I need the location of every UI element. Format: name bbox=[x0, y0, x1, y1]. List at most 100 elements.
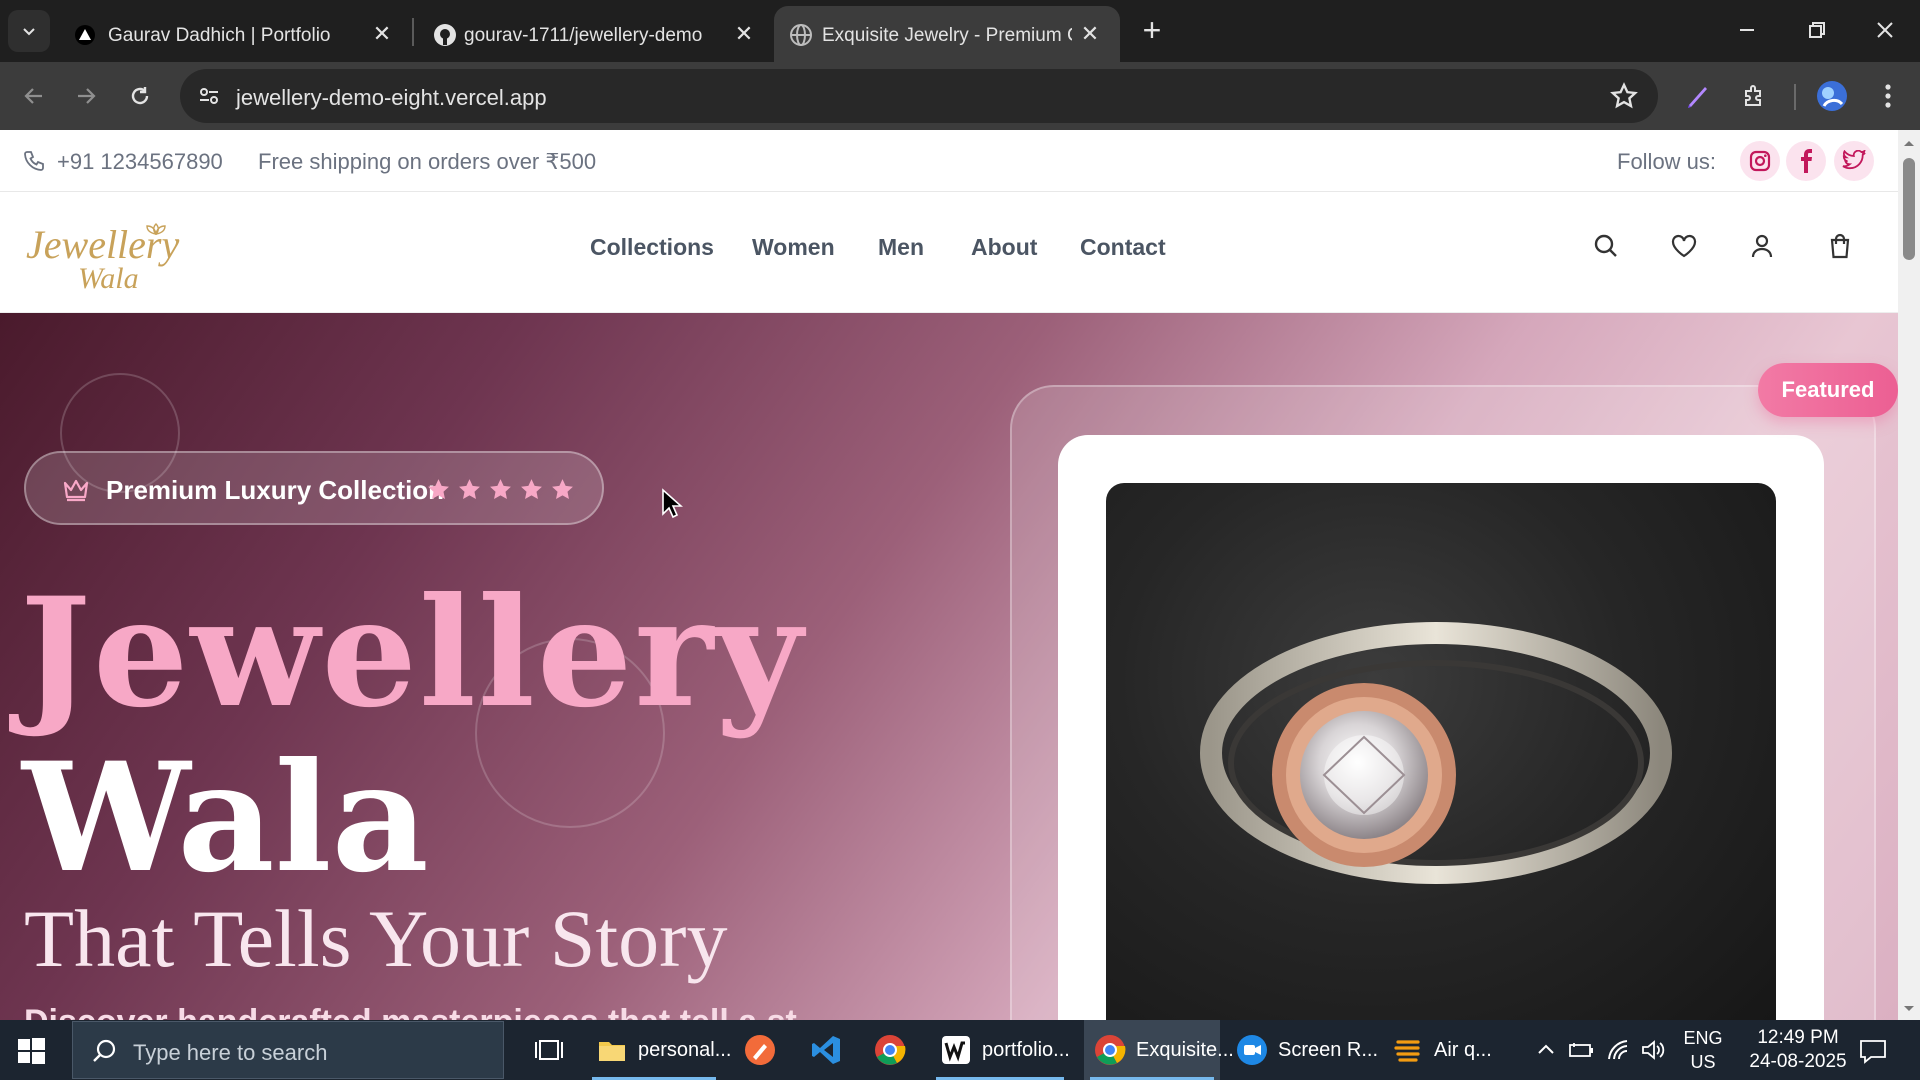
shopping-bag-icon bbox=[1830, 233, 1850, 259]
phone-number[interactable]: +91 1234567890 bbox=[57, 149, 223, 175]
input-language-indicator[interactable]: ENG US bbox=[1682, 1026, 1724, 1080]
star-icon bbox=[459, 479, 480, 499]
site-info-icon[interactable] bbox=[194, 81, 224, 111]
windows-taskbar: Type here to search personal... portfoli… bbox=[0, 1020, 1920, 1080]
reload-button[interactable] bbox=[120, 76, 160, 116]
restore-button[interactable] bbox=[1794, 10, 1840, 50]
close-tab-icon[interactable]: ✕ bbox=[730, 20, 758, 48]
close-icon bbox=[1877, 22, 1893, 38]
pen-extension-icon bbox=[1688, 87, 1707, 108]
close-tab-icon[interactable]: ✕ bbox=[368, 20, 396, 48]
tab-portfolio[interactable]: Gaurav Dadhich | Portfolio ✕ bbox=[58, 6, 408, 62]
taskbar-app-vscode[interactable] bbox=[802, 1020, 852, 1080]
taskbar-app-weather[interactable]: Air q... bbox=[1382, 1020, 1522, 1080]
pen-app-icon bbox=[745, 1035, 775, 1065]
scroll-down-arrow-icon[interactable] bbox=[1902, 1002, 1916, 1016]
logo-text: Wala bbox=[78, 262, 139, 294]
chevron-up-icon[interactable] bbox=[1536, 1042, 1556, 1056]
profile-button[interactable] bbox=[1812, 76, 1852, 116]
clock-time: 12:49 PM bbox=[1757, 1027, 1839, 1048]
twitter-link[interactable] bbox=[1834, 141, 1874, 181]
web-page: +91 1234567890 Free shipping on orders o… bbox=[0, 130, 1898, 1020]
instagram-icon bbox=[1749, 150, 1771, 172]
avatar bbox=[1817, 81, 1847, 111]
wifi-icon[interactable] bbox=[1606, 1038, 1632, 1062]
vercel-icon bbox=[72, 22, 98, 48]
system-clock[interactable]: 12:49 PM 24-08-2025 bbox=[1738, 1026, 1858, 1074]
task-view-icon bbox=[535, 1040, 563, 1060]
app-label: personal... bbox=[638, 1039, 732, 1061]
weather-icon bbox=[1394, 1040, 1420, 1062]
tab-exquisite-jewelry[interactable]: Exquisite Jewelry - Premium Co ✕ bbox=[774, 6, 1120, 62]
address-bar[interactable]: jewellery-demo-eight.vercel.app bbox=[180, 69, 1658, 123]
toolbar-separator bbox=[1794, 84, 1796, 110]
wishlist-button[interactable] bbox=[1666, 228, 1702, 264]
github-icon bbox=[432, 22, 458, 48]
scroll-up-arrow-icon[interactable] bbox=[1902, 136, 1916, 150]
app-label: Exquisite... bbox=[1136, 1039, 1234, 1061]
search-button[interactable] bbox=[1588, 228, 1624, 264]
star-icon bbox=[490, 479, 511, 499]
forward-button[interactable] bbox=[66, 76, 106, 116]
task-view-button[interactable] bbox=[520, 1020, 580, 1080]
screen: Gaurav Dadhich | Portfolio ✕ gourav-1711… bbox=[0, 0, 1920, 1080]
tab-title: gourav-1711/jewellery-demo bbox=[464, 25, 703, 46]
windows-logo-icon bbox=[18, 1038, 45, 1064]
nav-link-men[interactable]: Men bbox=[878, 234, 924, 261]
taskbar-app-screen-recorder[interactable]: Screen R... bbox=[1226, 1020, 1378, 1080]
taskbar-app-pen[interactable] bbox=[736, 1020, 786, 1080]
cart-button[interactable] bbox=[1822, 228, 1858, 264]
hero-headline-line2: Wala bbox=[22, 730, 429, 906]
taskbar-app-file-explorer[interactable]: personal... bbox=[586, 1020, 731, 1080]
minimize-button[interactable] bbox=[1724, 10, 1770, 50]
app-label: Screen R... bbox=[1278, 1039, 1379, 1061]
star-icon bbox=[521, 479, 542, 499]
volume-icon[interactable] bbox=[1640, 1038, 1666, 1062]
user-icon bbox=[1751, 234, 1773, 258]
bookmark-star-icon[interactable] bbox=[1610, 82, 1638, 110]
vscode-icon bbox=[812, 1036, 840, 1064]
facebook-icon bbox=[1801, 149, 1812, 173]
nav-link-about[interactable]: About bbox=[971, 234, 1037, 261]
battery-icon[interactable] bbox=[1568, 1040, 1594, 1060]
extensions-button[interactable] bbox=[1734, 76, 1774, 116]
restore-icon bbox=[1809, 22, 1825, 38]
taskbar-app-chrome-exquisite[interactable]: Exquisite... bbox=[1084, 1020, 1234, 1080]
badge-label: Premium Luxury Collection bbox=[106, 475, 445, 505]
instagram-link[interactable] bbox=[1740, 141, 1780, 181]
tab-search-button[interactable] bbox=[8, 10, 50, 52]
back-button[interactable] bbox=[14, 76, 54, 116]
tab-github[interactable]: gourav-1711/jewellery-demo ✕ bbox=[418, 6, 770, 62]
globe-icon bbox=[788, 22, 814, 48]
page-scrollbar[interactable] bbox=[1898, 130, 1920, 1020]
scrollbar-thumb[interactable] bbox=[1903, 158, 1915, 260]
site-logo[interactable]: Jewellery Wala bbox=[22, 214, 182, 295]
search-icon bbox=[91, 1038, 119, 1066]
chrome-icon bbox=[875, 1035, 906, 1065]
browser-toolbar: jewellery-demo-eight.vercel.app bbox=[0, 62, 1920, 130]
new-tab-button[interactable]: + bbox=[1134, 12, 1170, 48]
puzzle-icon bbox=[1745, 85, 1761, 106]
arrow-left-icon bbox=[24, 88, 42, 104]
chevron-down-icon bbox=[23, 28, 35, 36]
taskbar-app-w[interactable]: portfolio... bbox=[930, 1020, 1070, 1080]
app-label: Air q... bbox=[1434, 1039, 1492, 1061]
premium-collection-badge: Premium Luxury Collection bbox=[24, 451, 604, 525]
start-button[interactable] bbox=[14, 1034, 54, 1068]
nav-link-women[interactable]: Women bbox=[752, 234, 835, 261]
close-tab-icon[interactable]: ✕ bbox=[1076, 20, 1104, 48]
notification-icon[interactable] bbox=[1858, 1038, 1888, 1064]
close-window-button[interactable] bbox=[1862, 10, 1908, 50]
w-app-icon bbox=[942, 1036, 970, 1064]
nav-link-collections[interactable]: Collections bbox=[590, 234, 714, 261]
mouse-cursor-icon bbox=[662, 488, 683, 519]
browser-menu-button[interactable] bbox=[1868, 76, 1908, 116]
tab-title: Gaurav Dadhich | Portfolio bbox=[108, 25, 331, 46]
nav-link-contact[interactable]: Contact bbox=[1080, 234, 1166, 261]
facebook-link[interactable] bbox=[1786, 141, 1826, 181]
taskbar-app-chrome[interactable] bbox=[866, 1020, 916, 1080]
account-button[interactable] bbox=[1744, 228, 1780, 264]
taskbar-search-box[interactable]: Type here to search bbox=[72, 1021, 504, 1079]
featured-ring-image[interactable] bbox=[1106, 483, 1776, 1020]
extension-pen-button[interactable] bbox=[1678, 76, 1718, 116]
